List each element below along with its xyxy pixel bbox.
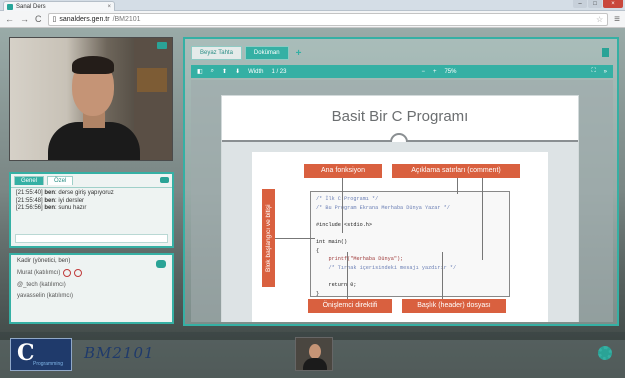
camera-icon[interactable] — [157, 42, 167, 49]
window-controls: – □ × — [573, 0, 623, 8]
arrow-line — [482, 178, 483, 260]
users-icon[interactable] — [156, 260, 166, 268]
code-block: /* İlk C Programı */ /* Bu Program Ekran… — [310, 191, 510, 297]
logo-subtitle: Programming — [33, 361, 64, 367]
thumbnail-head — [309, 344, 321, 359]
thumbnail-body — [303, 358, 327, 370]
fullscreen-icon[interactable]: ⛶ — [591, 68, 595, 75]
video-shelf — [134, 38, 172, 160]
address-bar: ← → C ▯ sanalders.gen.tr/BM2101 ☆ ≡ — [0, 11, 625, 28]
chat-tabs: Genel Özel — [11, 174, 172, 188]
gear-icon[interactable] — [598, 346, 612, 360]
chat-message: [21:55:48] ben: iyi dersler — [16, 197, 85, 204]
speaker-permission-icon[interactable] — [74, 269, 83, 277]
arrow-line — [442, 252, 443, 299]
page-icon: ▯ — [52, 16, 57, 23]
search-icon[interactable]: ⌕ — [211, 68, 214, 75]
user-owner: Kadir (yönetici, ben) — [17, 258, 71, 264]
course-code: BM2101 — [84, 344, 155, 362]
zoom-select[interactable]: 75% — [444, 69, 456, 75]
arrow-line — [342, 178, 343, 233]
browser-tabbar: Sanal Ders × – □ × — [0, 0, 625, 11]
slide-page: Basit Bir C Programı Ana fonksiyon Açıkl… — [221, 95, 579, 322]
prev-page-icon[interactable]: ⬆ — [222, 68, 227, 75]
mic-permission-icon[interactable] — [63, 269, 72, 277]
users-panel: Kadir (yönetici, ben) Murat (katılımcı) … — [9, 253, 174, 324]
webcam-video — [9, 37, 173, 161]
maximize-button[interactable]: □ — [588, 0, 602, 8]
pdf-toolbar: ◧ ⌕ ⬆ ⬇ Width 1 / 23 − + 75% ⛶ » — [191, 65, 613, 78]
arrow-line — [275, 238, 315, 239]
video-person-hair — [72, 56, 114, 74]
forward-icon[interactable]: → — [20, 14, 29, 24]
zoom-out-icon[interactable]: − — [421, 69, 425, 75]
chat-message: [21:55:40] ben: derse giriş yapıyoruz — [16, 190, 114, 196]
chat-bubble-icon[interactable] — [160, 177, 169, 183]
label-blok: Blok başlangıcı ve bitişi — [262, 189, 275, 287]
tab-dokuman[interactable]: Doküman — [244, 46, 289, 60]
chat-panel: Genel Özel [21:55:40] ben: derse giriş y… — [9, 172, 174, 248]
next-page-icon[interactable]: ⬇ — [235, 68, 240, 75]
course-logo: C Programming — [10, 338, 72, 371]
sidebar-toggle-icon[interactable]: ◧ — [197, 68, 203, 75]
browser-tab-title: Sanal Ders — [16, 3, 46, 10]
zoom-in-icon[interactable]: + — [433, 69, 437, 75]
page-indicator[interactable]: 1 / 23 — [271, 69, 286, 75]
tab-beyaz-tahta[interactable]: Beyaz Tahta — [191, 46, 242, 60]
back-icon[interactable]: ← — [5, 14, 14, 24]
bookmark-star-icon[interactable]: ☆ — [596, 15, 603, 24]
label-header: Başlık (header) dosyası — [402, 299, 506, 313]
document-viewer[interactable]: Basit Bir C Programı Ana fonksiyon Açıkl… — [191, 80, 613, 322]
tab-ozel[interactable]: Özel — [47, 176, 74, 185]
url-host: sanalders.gen.tr — [59, 15, 110, 23]
arrow-line — [347, 252, 348, 299]
slide-body: Ana fonksiyon Açıklama satırları (commen… — [222, 142, 578, 322]
close-tab-icon[interactable]: × — [107, 4, 111, 10]
minimize-button[interactable]: – — [573, 0, 587, 8]
logo-letter: C — [17, 340, 35, 366]
favicon-icon — [7, 3, 13, 10]
chat-input[interactable] — [15, 234, 168, 243]
board-panel: Beyaz Tahta Doküman + ◧ ⌕ ⬆ ⬇ Width 1 / … — [183, 37, 619, 326]
document-icon[interactable] — [602, 48, 609, 57]
board-tabs: Beyaz Tahta Doküman + — [191, 46, 305, 60]
arrow-line — [457, 178, 458, 194]
chat-message: [21:56:56] ben: sunu hazır — [16, 205, 87, 211]
more-icon[interactable]: » — [604, 69, 607, 75]
label-ana-fonksiyon: Ana fonksiyon — [304, 164, 382, 178]
user-item: yavasselin (katılımcı) — [17, 293, 74, 299]
slide-title: Basit Bir C Programı — [331, 108, 469, 125]
label-onislemci: Önişlemci direktifi — [308, 299, 392, 313]
participant-thumbnail[interactable] — [295, 337, 333, 371]
add-tab-button[interactable]: + — [292, 48, 306, 59]
menu-icon[interactable]: ≡ — [614, 14, 620, 25]
user-item: @_tech (katılımcı) — [17, 282, 66, 288]
close-window-button[interactable]: × — [603, 0, 623, 8]
chat-messages: [21:55:40] ben: derse giriş yapıyoruz [2… — [11, 188, 172, 228]
url-field[interactable]: ▯ sanalders.gen.tr/BM2101 ☆ — [47, 12, 609, 26]
browser-tab[interactable]: Sanal Ders × — [3, 1, 115, 11]
user-item: Murat (katılımcı) — [17, 269, 166, 277]
reload-icon[interactable]: C — [35, 14, 42, 24]
url-path: /BM2101 — [112, 15, 141, 23]
width-field[interactable]: Width — [248, 69, 263, 75]
code-diagram: Ana fonksiyon Açıklama satırları (commen… — [252, 152, 548, 322]
label-aciklama: Açıklama satırları (comment) — [392, 164, 520, 178]
tab-genel[interactable]: Genel — [14, 176, 45, 185]
